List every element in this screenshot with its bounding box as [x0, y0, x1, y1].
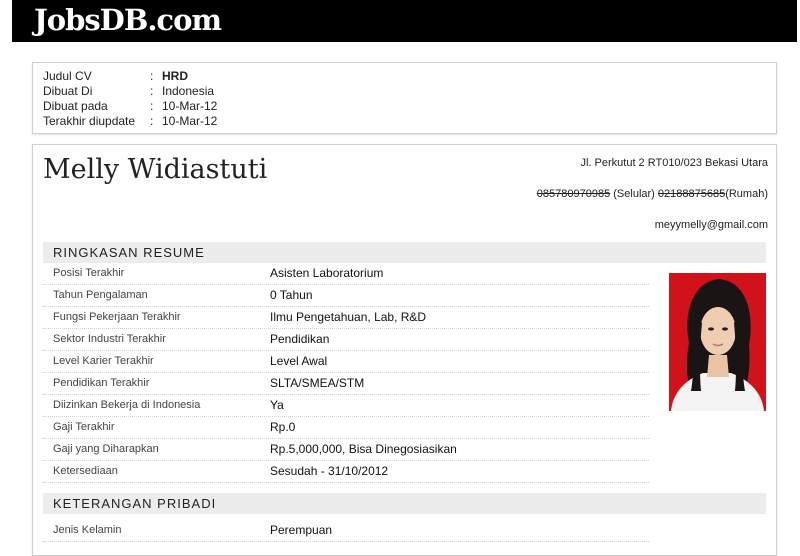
- section-header-personal: KETERANGAN PRIBADI: [43, 493, 766, 514]
- meta-colon: :: [150, 99, 154, 113]
- row-value: Asisten Laboratorium: [270, 266, 384, 280]
- email[interactable]: meyymelly@gmail.com: [655, 219, 768, 231]
- meta-label: Dibuat Di: [43, 84, 93, 98]
- candidate-name: Melly Widiastuti: [43, 154, 268, 185]
- row-label: Diizinkan Bekerja di Indonesia: [53, 399, 201, 411]
- row-value: SLTA/SMEA/STM: [270, 376, 365, 390]
- row-value: Level Awal: [270, 354, 328, 368]
- personal-row: Jenis Kelamin Perempuan: [43, 520, 649, 542]
- row-value: Ilmu Pengetahuan, Lab, R&D: [270, 310, 427, 324]
- address: Jl. Perkutut 2 RT010/023 Bekasi Utara: [580, 157, 768, 169]
- meta-colon: :: [150, 69, 154, 83]
- summary-row: Gaji yang Diharapkan Rp.5,000,000, Bisa D…: [43, 439, 649, 461]
- row-value: Sesudah - 31/10/2012: [270, 464, 389, 478]
- meta-label: Terakhir diupdate: [43, 114, 136, 128]
- row-value: Rp.5,000,000, Bisa Dinegosiasikan: [270, 442, 457, 456]
- portrait-illustration: [669, 273, 766, 411]
- site-header: JobsDB.com: [12, 0, 797, 42]
- row-label: Tahun Pengalaman: [53, 289, 148, 301]
- section-header-summary: RINGKASAN RESUME: [43, 242, 766, 263]
- row-value: Rp.0: [270, 420, 296, 434]
- meta-colon: :: [150, 84, 154, 98]
- row-value: 0 Tahun: [270, 288, 313, 302]
- meta-row-location: Dibuat Di: Indonesia: [43, 84, 214, 99]
- row-value: Perempuan: [270, 523, 333, 537]
- row-label: Posisi Terakhir: [53, 267, 125, 279]
- meta-row-created: Dibuat pada:10-Mar-12: [43, 99, 217, 114]
- row-label: Level Karier Terakhir: [53, 355, 154, 367]
- jobsdb-logo[interactable]: JobsDB.com: [34, 3, 222, 37]
- meta-row-title: Judul CV: HRD: [43, 69, 188, 84]
- row-label: Ketersediaan: [53, 465, 118, 477]
- phone-numbers: 085780970985 (Selular) 02188875685(Rumah…: [537, 188, 768, 200]
- meta-value: 10-Mar-12: [162, 114, 218, 128]
- home-label: (Rumah): [725, 188, 768, 200]
- summary-row: Fungsi Pekerjaan Terakhir Ilmu Pengetahua…: [43, 307, 649, 329]
- meta-value: HRD: [162, 69, 188, 83]
- meta-label: Judul CV: [43, 69, 92, 83]
- row-label: Gaji Terakhir: [53, 421, 115, 433]
- home-number: 02188875685: [657, 188, 726, 200]
- row-label: Gaji yang Diharapkan: [53, 443, 159, 455]
- summary-row: Tahun Pengalaman 0 Tahun: [43, 285, 649, 307]
- row-value: Ya: [270, 398, 284, 412]
- mobile-label: (Selular): [613, 188, 655, 200]
- row-label: Sektor Industri Terakhir: [53, 333, 166, 345]
- summary-row: Gaji Terakhir Rp.0: [43, 417, 649, 439]
- mobile-number: 085780970985: [536, 188, 611, 200]
- row-label: Pendidikan Terakhir: [53, 377, 150, 389]
- summary-row: Sektor Industri Terakhir Pendidikan: [43, 329, 649, 351]
- meta-row-updated: Terakhir diupdate:10-Mar-12: [43, 114, 217, 129]
- summary-row: Posisi Terakhir Asisten Laboratorium: [43, 263, 649, 285]
- row-label: Fungsi Pekerjaan Terakhir: [53, 311, 181, 323]
- row-label: Jenis Kelamin: [53, 524, 122, 536]
- summary-row: Level Karier Terakhir Level Awal: [43, 351, 649, 373]
- meta-value: 10-Mar-12: [162, 99, 218, 113]
- resume-panel: Melly Widiastuti Jl. Perkutut 2 RT010/02…: [32, 144, 777, 556]
- summary-row: Ketersediaan Sesudah - 31/10/2012: [43, 461, 649, 483]
- summary-row: Diizinkan Bekerja di Indonesia Ya: [43, 395, 649, 417]
- row-value: Pendidikan: [270, 332, 330, 346]
- profile-photo: [669, 273, 766, 411]
- meta-value: Indonesia: [162, 84, 215, 98]
- summary-row: Pendidikan Terakhir SLTA/SMEA/STM: [43, 373, 649, 395]
- meta-colon: :: [150, 114, 154, 128]
- cv-meta-panel: Judul CV: HRD Dibuat Di: Indonesia Dibuat …: [32, 62, 777, 134]
- meta-label: Dibuat pada: [43, 99, 108, 113]
